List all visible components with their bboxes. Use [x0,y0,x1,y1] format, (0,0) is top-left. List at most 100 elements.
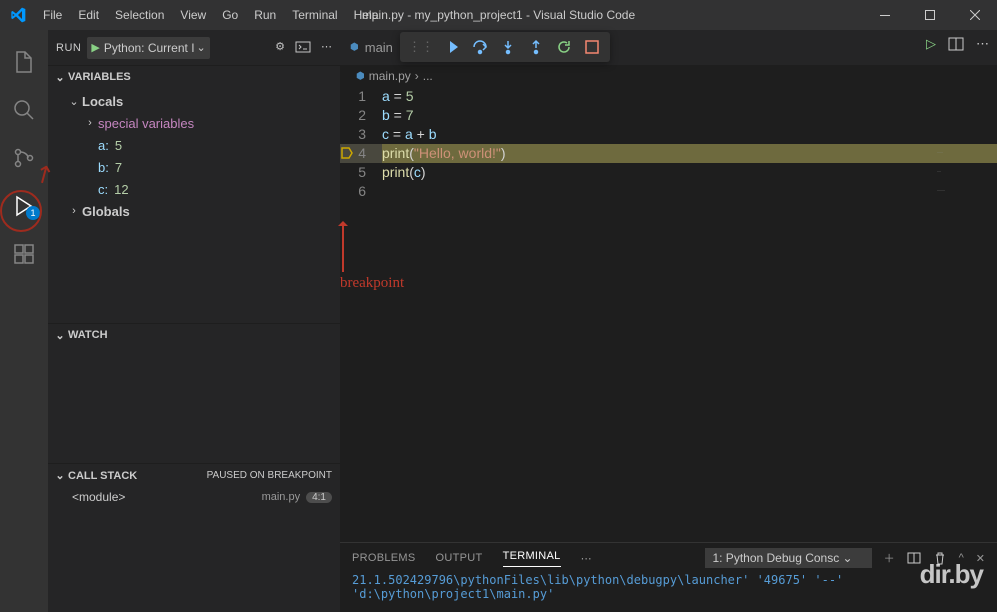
code-editor[interactable]: 1a = 5 2b = 7 3c = a + b 4print("Hello, … [340,87,997,201]
explorer-icon[interactable] [0,38,48,86]
step-into-button[interactable] [494,33,522,61]
watch-header[interactable]: ⌄WATCH [48,324,340,346]
step-over-button[interactable] [466,33,494,61]
menu-terminal[interactable]: Terminal [284,0,345,30]
extensions-icon[interactable] [0,230,48,278]
grip-icon[interactable]: ⋮⋮ [404,39,438,55]
debug-toolbar[interactable]: ⋮⋮ [400,32,610,62]
menu-selection[interactable]: Selection [107,0,172,30]
locals-node[interactable]: ⌄Locals [48,90,340,112]
frame-name: <module> [72,490,125,504]
tab-label: main [365,40,393,55]
panel-actions: 1: Python Debug Consc ⌄ ＋ ^ ✕ [705,548,985,568]
search-icon[interactable] [0,86,48,134]
debug-sidebar: RUN ▶ Python: Current I ⌄ ⚙ ⋯ ⌄VARIABLES… [48,30,340,612]
window-controls [862,0,997,30]
line-number: 5 [340,163,382,182]
variable-row[interactable]: b: 7 [48,156,340,178]
globals-label: Globals [82,204,130,219]
variable-row[interactable]: c:12 [48,178,340,200]
terminal-output[interactable]: 21.1.502429796\pythonFiles\lib\python\de… [340,573,997,612]
panel-tab-problems[interactable]: PROBLEMS [352,552,416,564]
editor-tab-behind[interactable]: ⬢ main [340,30,403,65]
breakpoint-indicator-icon[interactable] [340,146,354,160]
menu-file[interactable]: File [35,0,70,30]
callstack-header[interactable]: ⌄CALL STACK PAUSED ON BREAKPOINT [48,464,340,486]
menu-run[interactable]: Run [246,0,284,30]
var-value: 7 [115,160,122,175]
debug-badge: 1 [26,206,40,220]
window-title: main.py - my_python_project1 - Visual St… [362,8,635,22]
close-button[interactable] [952,0,997,30]
var-value: 12 [114,182,128,197]
terminal-selector[interactable]: 1: Python Debug Consc ⌄ [705,548,871,568]
chevron-down-icon: ⌄ [197,41,206,54]
code-line-active: 4print("Hello, world!") [340,144,997,163]
panel-tabs: PROBLEMS OUTPUT TERMINAL ⋯ 1: Python Deb… [340,543,997,573]
special-variables-node[interactable]: ›special variables [48,112,340,134]
stop-button[interactable] [578,33,606,61]
run-debug-icon[interactable]: 1 [0,182,48,230]
var-value: 5 [115,138,122,153]
variables-tree: ⌄Locals ›special variables a:5 b:7 c:12 … [48,88,340,224]
watch-label: WATCH [68,329,108,341]
variable-row[interactable]: a: 5 [48,134,340,156]
source-control-icon[interactable] [0,134,48,182]
line-number: 3 [340,125,382,144]
sidebar-actions: ⚙ ⋯ [275,40,332,56]
menu-go[interactable]: Go [214,0,246,30]
trash-icon[interactable] [933,551,947,565]
debug-console-icon[interactable] [295,40,311,56]
python-icon: ⬢ [356,71,365,82]
more-icon[interactable]: ⋯ [321,40,332,56]
variables-label: VARIABLES [68,71,131,83]
minimize-button[interactable] [862,0,907,30]
continue-button[interactable] [438,33,466,61]
annotation-arrow [342,222,344,272]
line-number: 1 [340,87,382,106]
frame-file: main.py [262,491,301,503]
variables-header[interactable]: ⌄VARIABLES [48,66,340,88]
maximize-button[interactable] [907,0,952,30]
locals-label: Locals [82,94,123,109]
callstack-frame[interactable]: <module> main.py 4:1 [48,486,340,508]
split-editor-icon[interactable] [948,36,964,52]
special-label: special variables [98,116,194,131]
maximize-panel-icon[interactable]: ^ [959,552,964,564]
sidebar-header: RUN ▶ Python: Current I ⌄ ⚙ ⋯ [48,30,340,65]
menu-view[interactable]: View [172,0,214,30]
more-icon[interactable]: ⋯ [976,36,989,52]
chevron-down-icon: ⌄ [52,469,68,482]
panel-tab-terminal[interactable]: TERMINAL [503,550,561,567]
breadcrumb[interactable]: ⬢ main.py › ... [340,65,997,87]
watch-section: ⌄WATCH [48,323,340,463]
step-out-button[interactable] [522,33,550,61]
gear-icon[interactable]: ⚙ [275,40,285,56]
code-line: 2b = 7 [340,106,997,125]
paused-status: PAUSED ON BREAKPOINT [207,470,332,481]
play-icon: ▶ [91,41,99,54]
config-name: Python: Current I [104,41,195,55]
restart-button[interactable] [550,33,578,61]
python-icon: ⬢ [350,42,359,53]
panel-tab-output[interactable]: OUTPUT [436,552,483,564]
run-icon[interactable]: ▷ [926,36,936,52]
split-terminal-icon[interactable] [907,551,921,565]
minimap[interactable]: ▬▬▬▬▬▬▬▬▬ [937,144,997,184]
panel-more-icon[interactable]: ⋯ [581,552,592,565]
var-name: a: [98,138,109,153]
close-panel-icon[interactable]: ✕ [976,552,985,565]
var-name: b: [98,160,109,175]
code-line: 5print(c) [340,163,997,182]
chevron-down-icon: ⌄ [52,71,68,84]
globals-node[interactable]: ›Globals [48,200,340,222]
line-number: 2 [340,106,382,125]
line-number: 6 [340,182,382,201]
run-config-selector[interactable]: ▶ Python: Current I ⌄ [87,37,209,59]
annotation-text: breakpoint [340,274,404,293]
chevron-right-icon: › [82,117,98,129]
editor-actions: ▷ ⋯ [926,36,989,52]
new-terminal-icon[interactable]: ＋ [884,550,895,566]
chevron-right-icon: › [66,205,82,217]
menu-edit[interactable]: Edit [70,0,107,30]
